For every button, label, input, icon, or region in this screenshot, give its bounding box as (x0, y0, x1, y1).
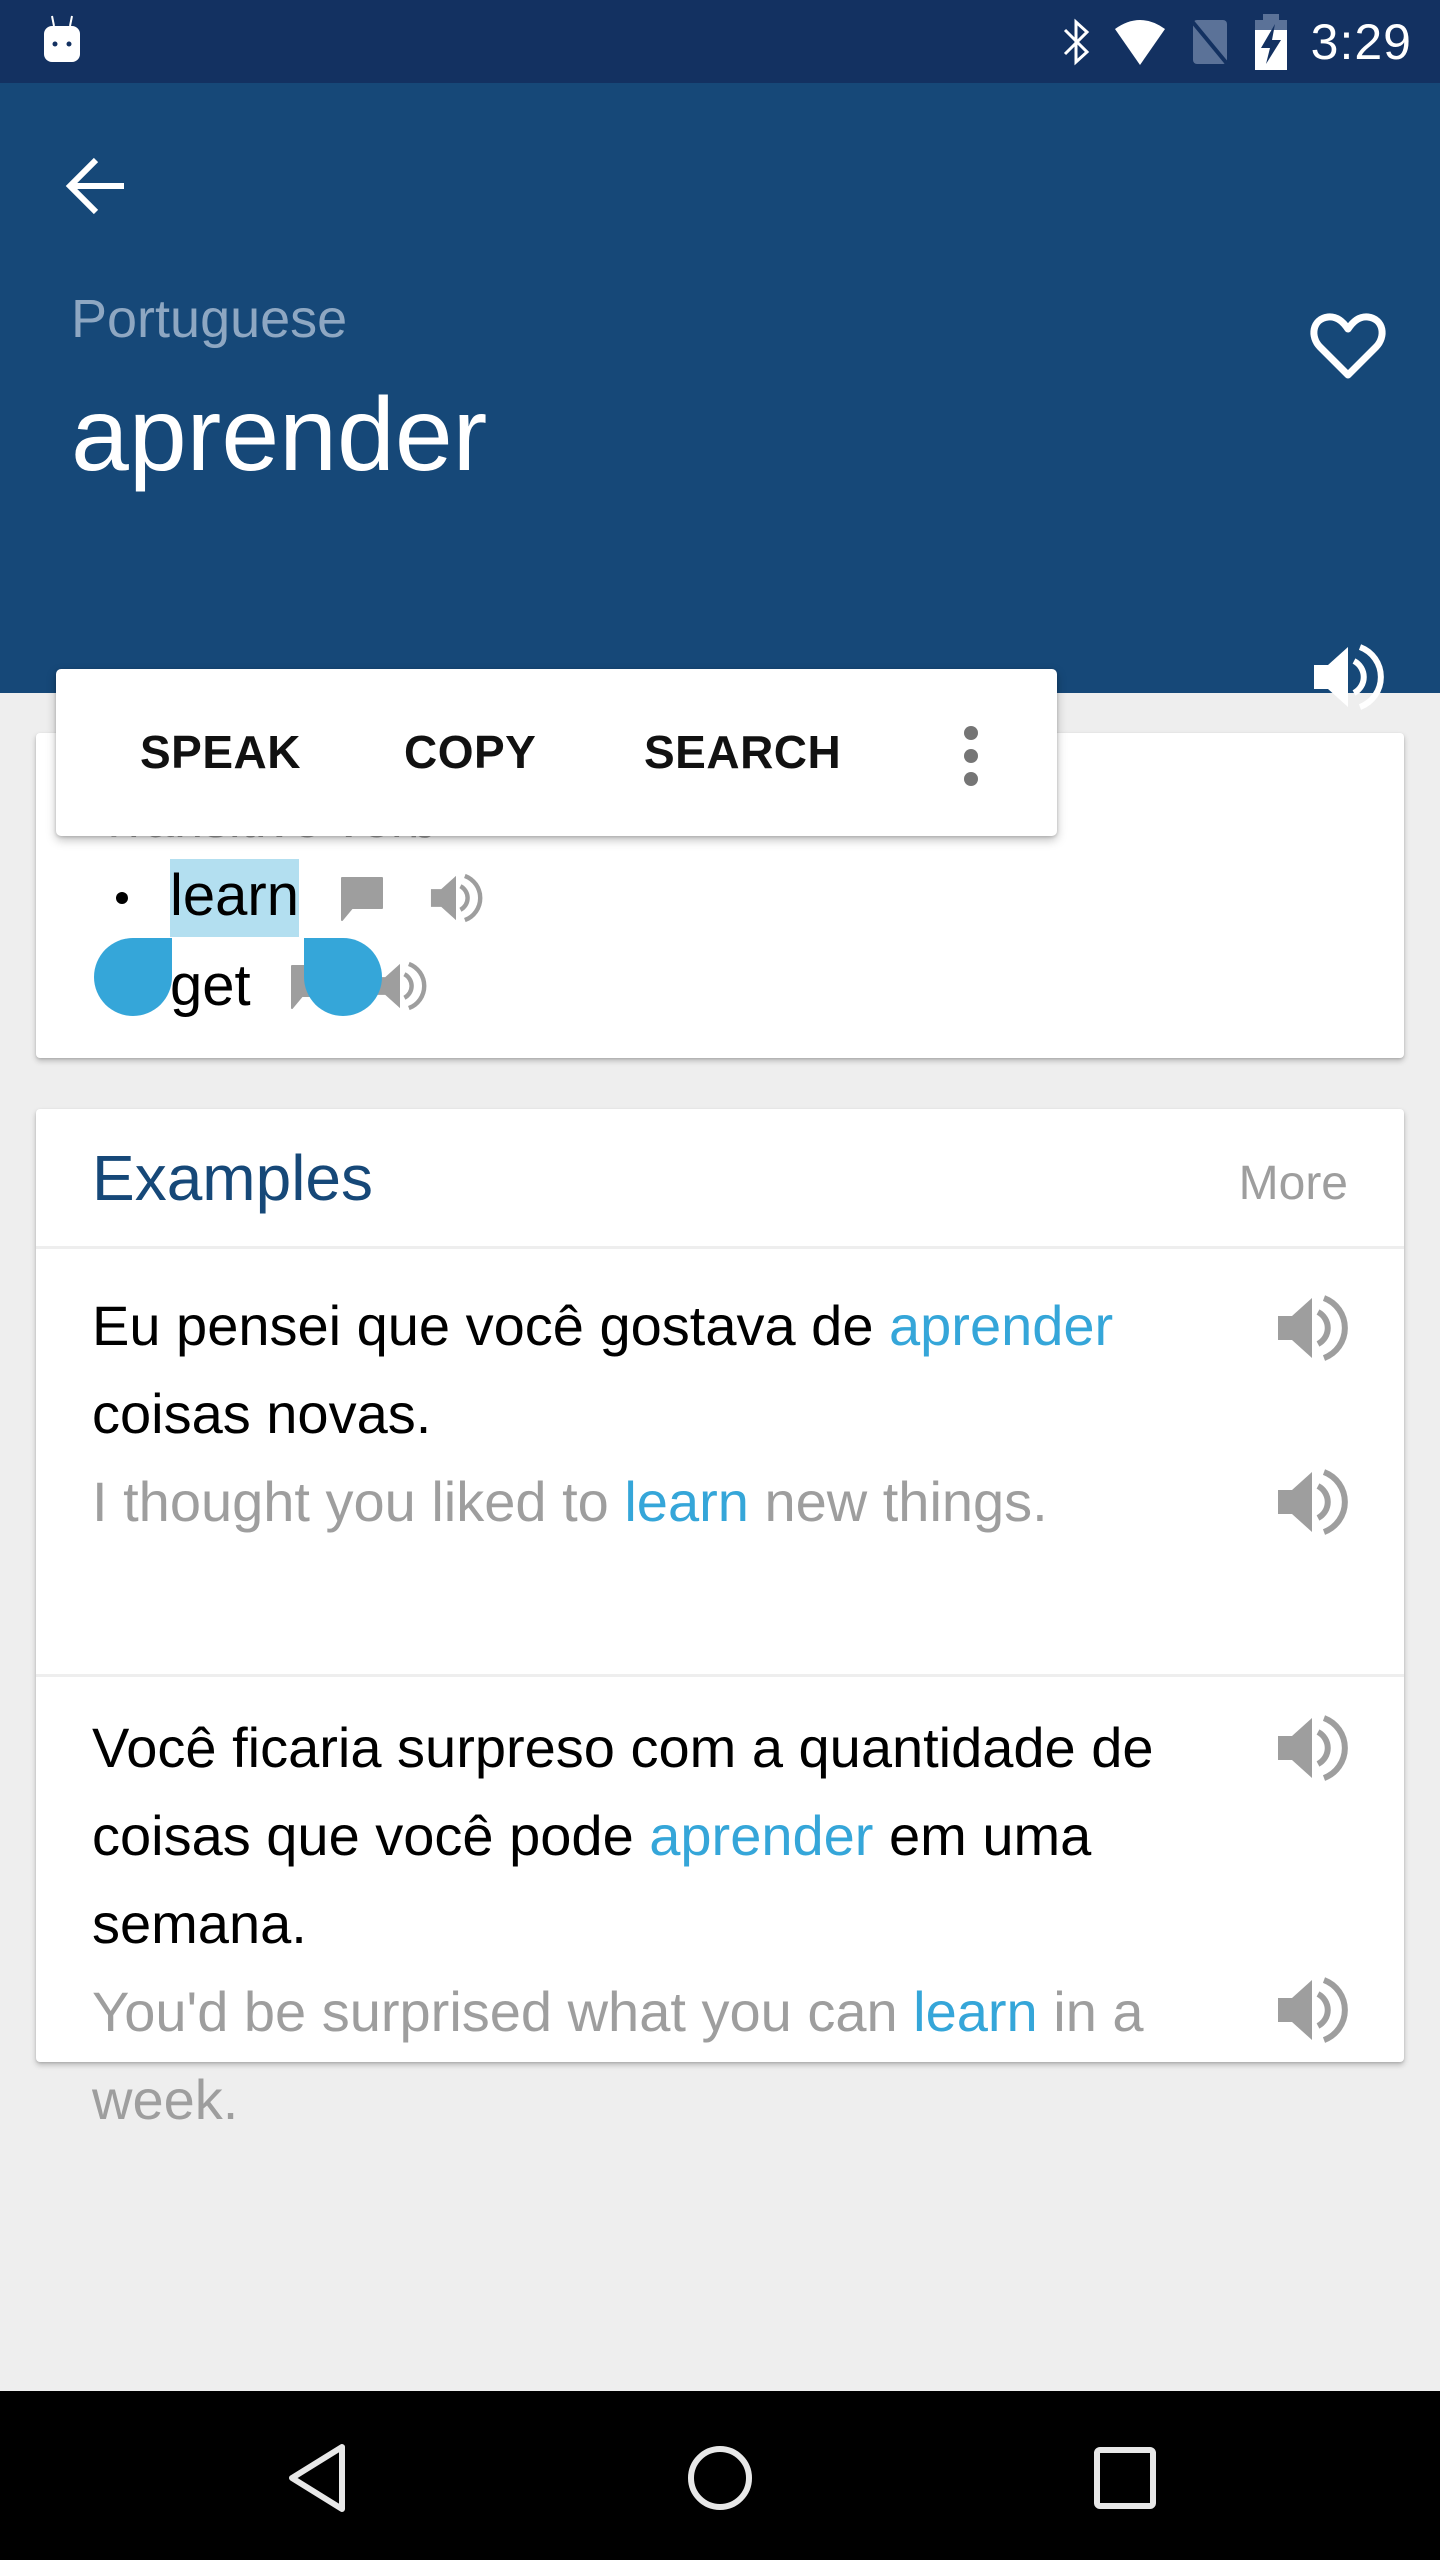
more-vert-icon[interactable] (946, 721, 996, 791)
translation-word-selected[interactable]: learn (170, 859, 299, 937)
example-item: Eu pensei que você gostava de aprender c… (36, 1252, 1404, 1677)
speak-button[interactable]: SPEAK (140, 669, 301, 836)
battery-charging-icon (1254, 13, 1287, 70)
speaker-icon[interactable] (1310, 639, 1386, 715)
android-notification-icon (44, 15, 80, 62)
text-segment: Eu pensei que você gostava de (92, 1294, 890, 1357)
highlighted-term: learn (624, 1470, 749, 1533)
speaker-icon[interactable] (428, 870, 484, 926)
recents-square-icon[interactable] (1080, 2433, 1170, 2523)
examples-header: Examples More (36, 1109, 1404, 1249)
no-sim-icon (1189, 18, 1231, 67)
examples-title: Examples (92, 1142, 373, 1214)
text-segment: I thought you liked to (92, 1470, 625, 1533)
status-time: 3:29 (1310, 13, 1412, 70)
system-navigation-bar (0, 2391, 1440, 2560)
example-item: Você ficaria surpreso com a quantidade d… (36, 1680, 1404, 2131)
example-translation-sentence[interactable]: You'd be surprised what you can learn in… (92, 1968, 1262, 2144)
speaker-icon[interactable] (1274, 1464, 1350, 1540)
bluetooth-icon (1063, 18, 1089, 65)
more-examples-link[interactable]: More (1239, 1156, 1348, 1211)
back-triangle-icon[interactable] (272, 2433, 362, 2523)
highlighted-term: aprender (649, 1804, 874, 1867)
selection-handle-end[interactable] (304, 938, 382, 1016)
speaker-icon[interactable] (1274, 1290, 1350, 1366)
speaker-icon[interactable] (1274, 1710, 1350, 1786)
headword: aprender (71, 377, 488, 493)
wifi-icon (1114, 19, 1165, 65)
text-segment: new things. (748, 1470, 1048, 1533)
example-translation-sentence[interactable]: I thought you liked to learn new things. (92, 1458, 1262, 1546)
text-segment: coisas novas. (92, 1382, 432, 1445)
heart-outline-icon[interactable] (1308, 305, 1388, 385)
examples-card: Examples More Eu pensei que você gostava… (36, 1109, 1404, 2131)
home-circle-icon[interactable] (675, 2433, 765, 2523)
highlighted-term: aprender (889, 1294, 1114, 1357)
selection-handle-start[interactable] (94, 938, 172, 1016)
text-selection-toolbar: SPEAK COPY SEARCH (56, 669, 1057, 836)
speaker-icon[interactable] (1274, 1972, 1350, 2048)
source-language-label: Portuguese (71, 289, 348, 349)
highlighted-term: learn (913, 1980, 1038, 2043)
example-source-sentence[interactable]: Eu pensei que você gostava de aprender c… (92, 1282, 1262, 1458)
status-bar: 3:29 (0, 0, 1440, 83)
back-arrow-icon[interactable] (62, 151, 132, 221)
text-segment: You'd be surprised what you can (92, 1980, 914, 2043)
bullet (116, 892, 128, 904)
example-source-sentence[interactable]: Você ficaria surpreso com a quantidade d… (92, 1704, 1262, 1968)
copy-button[interactable]: COPY (404, 669, 536, 836)
word-header: Portuguese aprender (0, 83, 1440, 710)
search-button[interactable]: SEARCH (644, 669, 841, 836)
translation-word[interactable]: get (170, 957, 251, 1015)
comment-icon[interactable] (338, 874, 386, 922)
